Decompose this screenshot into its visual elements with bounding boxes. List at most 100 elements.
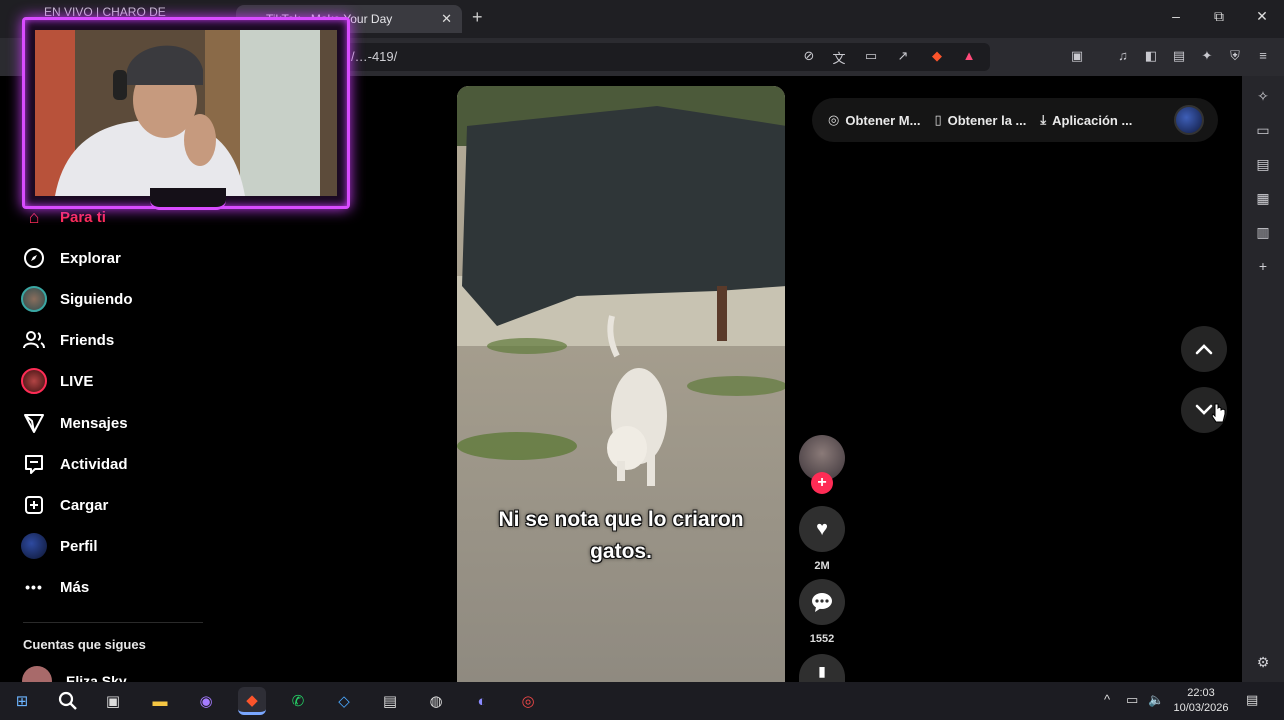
clock-date: 10/03/2026 (1173, 702, 1229, 714)
add-sidebar-icon[interactable]: + (1254, 258, 1272, 274)
reader-mode-icon[interactable]: ▣ (1068, 48, 1086, 64)
caption-line: Ni se nota que lo criaron (498, 508, 744, 531)
get-coins-label: Obtener M... (845, 112, 921, 128)
sidebar-item-label: Actividad (60, 455, 128, 473)
download-icon: ⤓ (1040, 112, 1047, 127)
profile-avatar-icon (20, 532, 48, 560)
bookmarks-icon[interactable]: ▦ (1254, 190, 1272, 207)
sidebar-item-actividad[interactable]: Actividad (20, 449, 128, 479)
search-icon[interactable] (54, 687, 82, 715)
like-button[interactable]: ♥ (799, 506, 845, 552)
new-tab-button[interactable]: + (472, 7, 483, 28)
wallet-icon[interactable]: ▤ (1170, 48, 1188, 64)
sidebar-item-label: LIVE (60, 372, 94, 390)
sidebar-item-friends[interactable]: Friends (20, 325, 114, 355)
browser-sidebar: ✧ ▭ ▤ ▦ ▥ + ⚙ (1242, 76, 1284, 682)
sidebar-item-label: Mensajes (60, 414, 128, 432)
get-app-label: Obtener la ... (947, 112, 1027, 128)
no-tracking-icon[interactable]: ⊘ (800, 48, 818, 64)
chrome-icon[interactable]: ◎ (514, 687, 542, 715)
url-input[interactable]: …/…-419/ (330, 43, 990, 71)
caption-line: gatos. (590, 540, 652, 563)
menu-icon[interactable]: ≡ (1254, 48, 1272, 63)
windows-taskbar: ⊞ ▣ ▬ ◉ ◆ ✆ ◇ ▤ ◍ ◐ ◎ ^ ▭ 🔈 22:03 10/03/… (0, 682, 1284, 720)
discord-icon[interactable]: ◐ (468, 687, 496, 715)
comment-icon (812, 593, 832, 612)
video-frame-image (457, 86, 785, 682)
following-section-title: Cuentas que sigues (23, 637, 146, 652)
app-icon[interactable]: ◇ (330, 687, 358, 715)
brave-shields-icon[interactable]: ◆ (928, 48, 946, 64)
file-explorer-icon[interactable]: ▬ (146, 687, 174, 715)
sidebar-item-explorar[interactable]: Explorar (20, 243, 121, 273)
clock-time: 22:03 (1187, 687, 1215, 699)
sidebar-item-mensajes[interactable]: Mensajes (20, 408, 128, 438)
sidebar-item-cargar[interactable]: Cargar (20, 490, 108, 520)
app-icon[interactable]: ◉ (192, 687, 220, 715)
like-count: 2M (814, 560, 830, 572)
wallet-sidebar-icon[interactable]: ▤ (1254, 156, 1272, 173)
sidebar-item-mas[interactable]: ••• Más (20, 572, 89, 602)
mouse-cursor-icon (1211, 403, 1226, 423)
cast-icon[interactable]: ▭ (862, 48, 880, 64)
live-avatar-icon (20, 367, 48, 395)
leo-sidebar-icon[interactable]: ✧ (1254, 88, 1272, 105)
reading-list-icon[interactable]: ▥ (1254, 224, 1272, 241)
notifications-icon[interactable]: ▤ (1246, 692, 1258, 708)
app-icon[interactable]: ▤ (376, 687, 404, 715)
divider (23, 622, 203, 623)
tray-expand-icon[interactable]: ^ (1104, 692, 1110, 707)
video-player[interactable]: Ni se nota que lo criaron gatos. (457, 86, 785, 682)
get-coins-button[interactable]: ◎ Obtener M... (828, 112, 920, 128)
network-icon[interactable]: ▭ (1126, 692, 1138, 708)
sidebar-item-label: Perfil (60, 537, 98, 555)
sidebar-item-label: Más (60, 578, 90, 596)
sidebar-item-label: Para ti (60, 208, 106, 226)
windows-start-icon[interactable]: ⊞ (8, 687, 36, 715)
sidebar-item-siguiendo[interactable]: Siguiendo (20, 284, 133, 314)
get-app-button[interactable]: ▯ Obtener la ... (934, 112, 1026, 128)
webcam-video (35, 30, 337, 196)
brave-browser-icon[interactable]: ◆ (238, 687, 266, 715)
translate-icon[interactable]: 文 (830, 48, 848, 67)
comment-count: 1552 (809, 633, 835, 645)
bookmark-button[interactable]: ▮ (799, 654, 845, 682)
whatsapp-icon[interactable]: ✆ (284, 687, 312, 715)
sidebar-item-live[interactable]: LIVE (20, 366, 93, 396)
profile-avatar-button[interactable] (1174, 105, 1204, 135)
following-avatar-icon (20, 285, 48, 313)
close-tab-icon[interactable]: ✕ (441, 11, 452, 27)
sidebar-item-label: Explorar (60, 249, 121, 267)
desktop-app-button[interactable]: ⤓ Aplicación ... (1040, 112, 1132, 128)
taskbar-clock[interactable]: 22:03 10/03/2026 (1168, 686, 1234, 716)
streamer-webcam-overlay (22, 17, 350, 209)
coin-icon: ◎ (828, 112, 840, 127)
task-view-icon[interactable]: ▣ (99, 687, 127, 715)
inbox-icon (20, 450, 48, 478)
bookmark-icon: ▮ (818, 662, 826, 679)
video-caption: Ni se nota que lo criaron gatos. (457, 504, 785, 568)
chevron-up-icon (1195, 344, 1213, 355)
minimize-button[interactable]: – (1166, 8, 1186, 24)
sidebar-toggle-icon[interactable]: ◧ (1142, 48, 1160, 64)
brave-rewards-icon[interactable]: ▲ (960, 48, 978, 63)
close-window-button[interactable]: ✕ (1252, 8, 1272, 25)
more-icon: ••• (25, 579, 43, 595)
maximize-button[interactable]: ⧉ (1209, 8, 1229, 25)
follow-plus-icon[interactable]: + (811, 472, 833, 494)
comment-button[interactable] (799, 579, 845, 625)
vpn-icon[interactable]: ⛨ (1226, 48, 1244, 64)
music-icon[interactable]: ♫ (1114, 48, 1132, 63)
obs-icon[interactable]: ◍ (422, 687, 450, 715)
volume-icon[interactable]: 🔈 (1148, 692, 1164, 708)
previous-video-button[interactable] (1181, 326, 1227, 372)
share-icon[interactable]: ↗ (894, 48, 912, 64)
sidebar-item-label: Siguiendo (60, 290, 133, 308)
leo-ai-icon[interactable]: ✦ (1198, 48, 1216, 64)
heart-icon: ♥ (816, 517, 828, 540)
playlist-icon[interactable]: ▭ (1254, 122, 1272, 139)
phone-icon: ▯ (934, 112, 942, 127)
webcam-frame-ornament (150, 188, 226, 210)
settings-icon[interactable]: ⚙ (1254, 654, 1272, 671)
sidebar-item-perfil[interactable]: Perfil (20, 531, 98, 561)
